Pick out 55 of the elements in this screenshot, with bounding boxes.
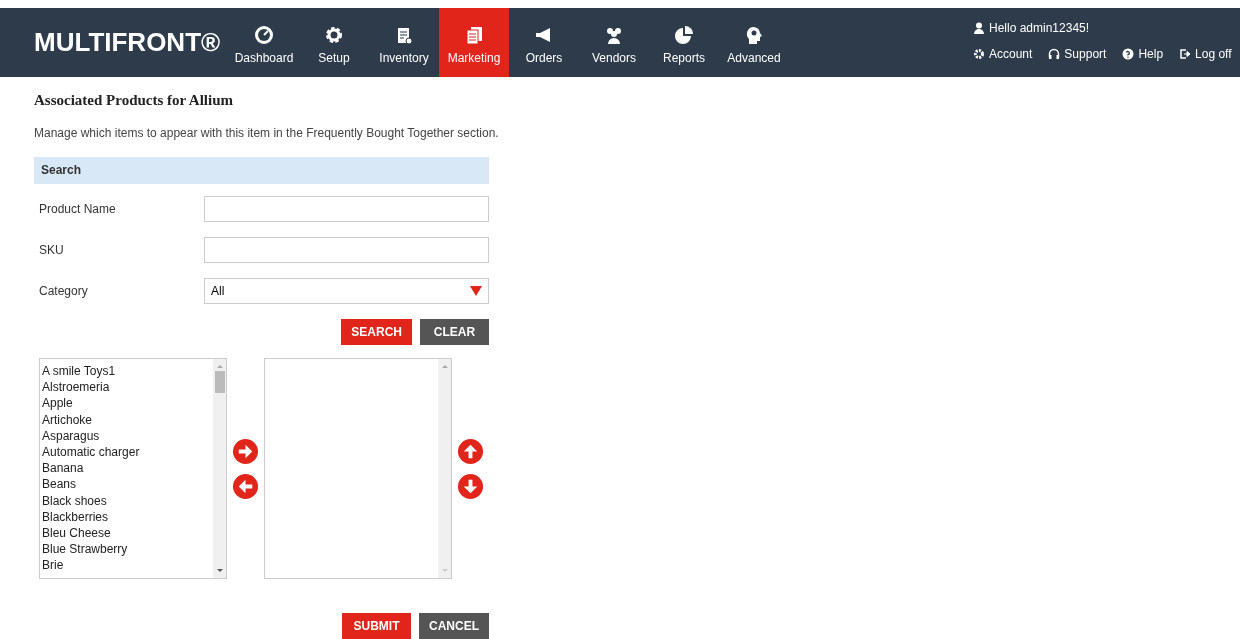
list-item[interactable]: Alstroemeria xyxy=(42,379,211,396)
nav-tab[interactable]: Marketing xyxy=(439,8,509,77)
nav-tab[interactable]: Orders xyxy=(509,8,579,77)
available-items-list[interactable]: A smile Toys1 Alstroemeria Apple Artichoke Asparagus Automatic charger Banana Beans Black shoes Blackberries Bleu Cheese Blue Strawberry Brie xyxy=(39,358,227,579)
list-item[interactable]: Automatic charger xyxy=(42,443,211,461)
header-link[interactable]: Help xyxy=(1122,46,1164,61)
greeting: Hello admin12345! xyxy=(989,21,1090,35)
list-item[interactable]: Banana xyxy=(42,460,211,477)
gauge-icon xyxy=(254,24,274,45)
page-description: Manage which items to appear with this item in the Frequently Bought Together section. xyxy=(34,126,500,140)
list-item[interactable]: Apple xyxy=(42,395,211,412)
list-item[interactable]: Brie xyxy=(42,557,211,574)
nav-tab[interactable]: Advanced xyxy=(719,8,789,77)
action-button[interactable]: SEARCH xyxy=(341,319,412,345)
scrollbar[interactable] xyxy=(438,359,451,578)
field-label: SKU xyxy=(38,243,65,257)
list-item[interactable]: Asparagus xyxy=(42,427,211,444)
list-item[interactable]: Blackberries xyxy=(42,508,211,525)
pie-icon xyxy=(674,24,694,45)
list-item[interactable]: Artichoke xyxy=(42,411,211,428)
header-link[interactable]: Support xyxy=(1048,46,1107,61)
input-field[interactable] xyxy=(204,237,489,263)
page-title: Associated Products for Allium xyxy=(34,92,235,109)
input-field[interactable] xyxy=(204,196,489,222)
logo[interactable]: MULTIFRONT® xyxy=(34,27,229,58)
nav-tab[interactable]: Inventory xyxy=(369,8,439,77)
nav-tab[interactable]: Dashboard xyxy=(229,8,299,77)
list-item[interactable]: Bleu Cheese xyxy=(42,524,211,542)
associated-items-list[interactable] xyxy=(264,358,452,579)
nav-tab[interactable]: Reports xyxy=(649,8,719,77)
head-icon xyxy=(744,24,764,45)
gear-icon xyxy=(973,47,985,60)
action-button[interactable]: CLEAR xyxy=(420,319,489,345)
list-item[interactable]: Blue Strawberry xyxy=(42,541,211,558)
list-item[interactable]: Black shoes xyxy=(42,492,211,509)
user-icon xyxy=(973,22,985,34)
action-button[interactable]: CANCEL xyxy=(419,613,489,639)
docs-icon xyxy=(464,24,484,45)
help-icon xyxy=(1122,47,1135,60)
list-item[interactable]: A smile Toys1 xyxy=(42,363,211,380)
scrollbar[interactable] xyxy=(213,359,226,578)
header-link[interactable]: Log off xyxy=(1179,46,1232,61)
nav-tab[interactable]: Vendors xyxy=(579,8,649,77)
header-link[interactable]: Account xyxy=(973,46,1033,61)
category-dropdown[interactable]: All xyxy=(204,278,489,304)
gear-icon xyxy=(324,24,344,45)
log-off-icon xyxy=(1179,47,1192,60)
search-section-header: Search xyxy=(34,157,489,184)
list-item[interactable]: Beans xyxy=(42,476,211,493)
field-label: Category xyxy=(38,284,89,298)
field-label: Product Name xyxy=(38,202,117,216)
caret-icon xyxy=(470,286,482,296)
action-button[interactable]: SUBMIT xyxy=(342,613,411,639)
nav-tab[interactable]: Setup xyxy=(299,8,369,77)
headset-icon xyxy=(1048,47,1061,60)
